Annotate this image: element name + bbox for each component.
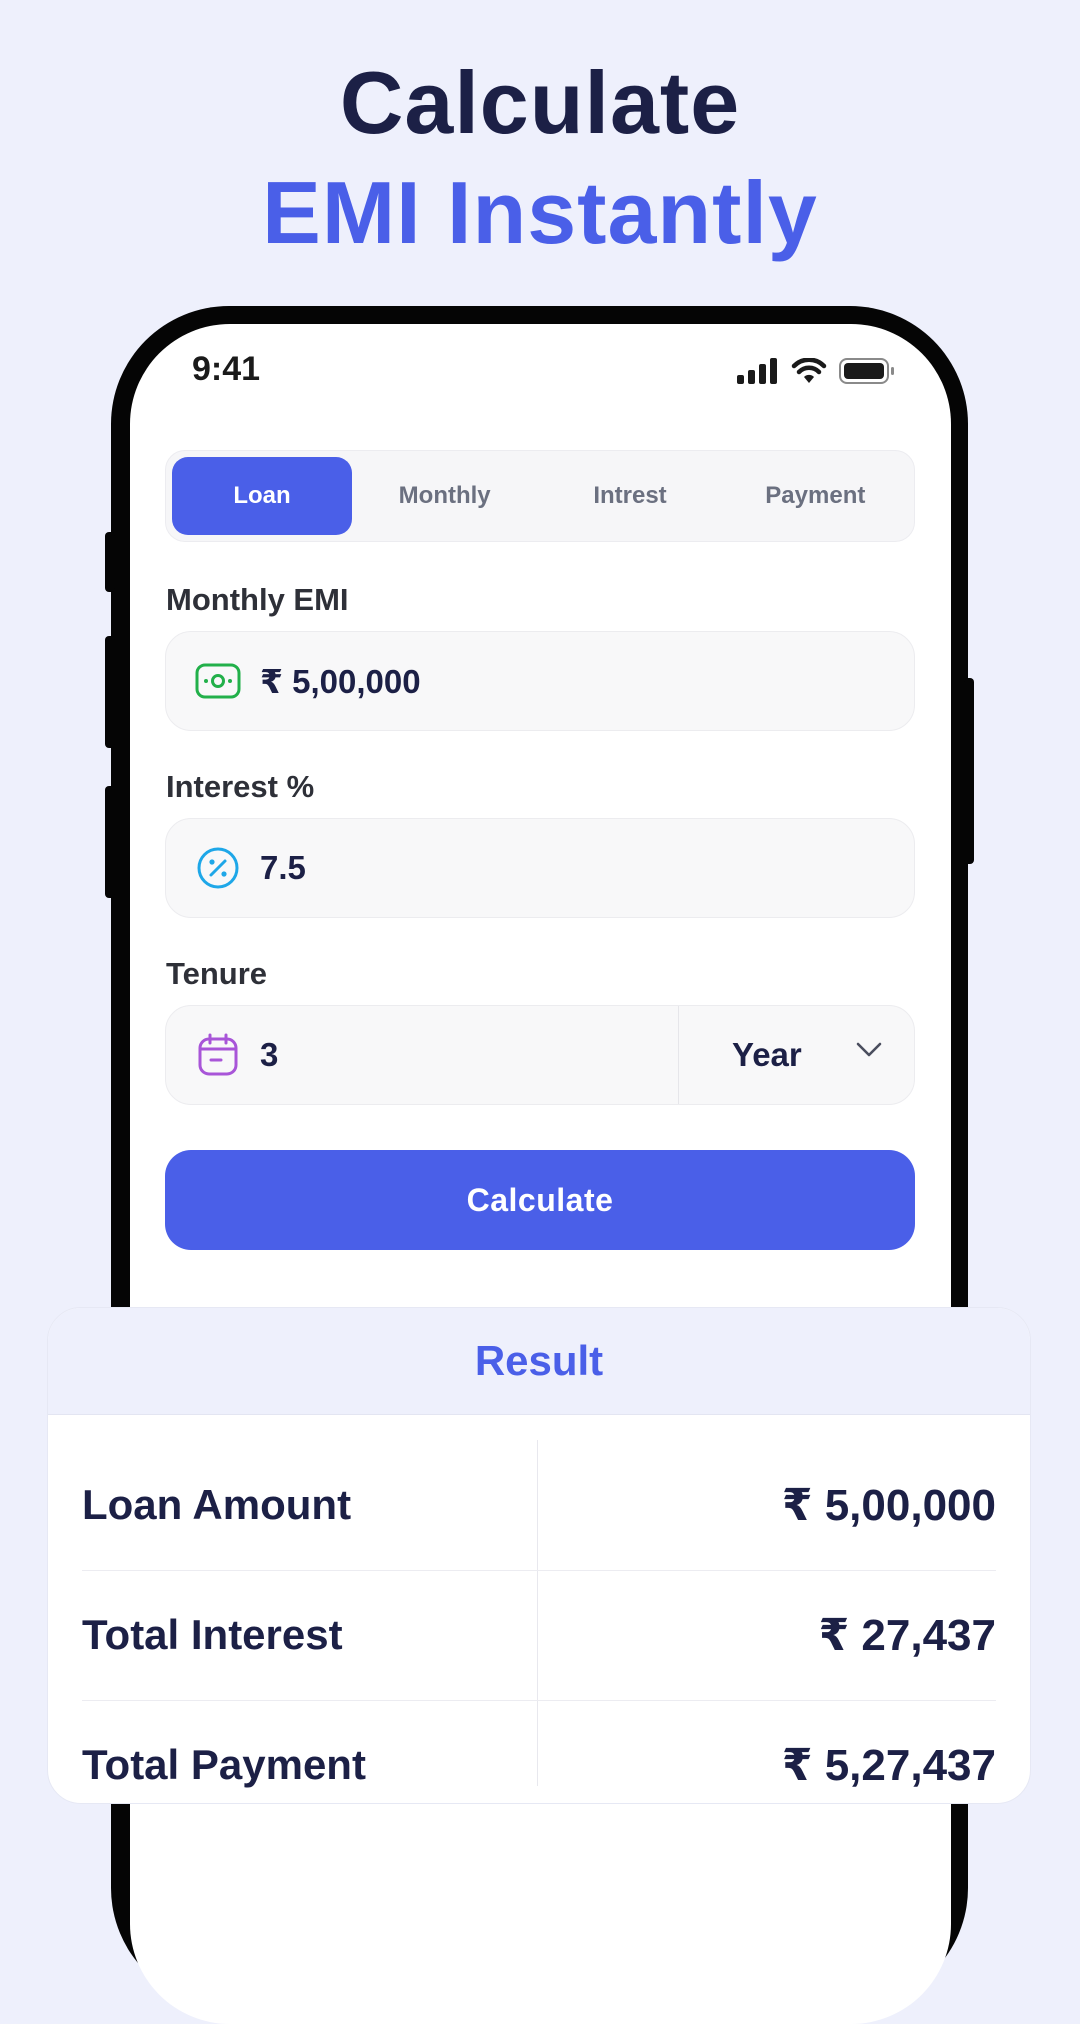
tenure-value: 3	[260, 1036, 279, 1073]
tab-monthly[interactable]: Monthly	[352, 457, 537, 535]
phone-volume-down	[105, 786, 115, 898]
tenure-field-group: 3 Year	[165, 1005, 915, 1105]
result-label: Loan Amount	[82, 1481, 352, 1528]
calculate-button[interactable]: Calculate	[165, 1150, 915, 1250]
headline-line-2: EMI Instantly	[262, 163, 818, 262]
phone-power-button	[964, 678, 974, 864]
battery-icon	[839, 358, 894, 384]
phone-volume-up	[105, 636, 115, 748]
chevron-down-icon	[856, 1042, 882, 1057]
status-icons	[737, 358, 895, 384]
result-row-loan-amount: Loan Amount ₹ 5,00,000	[82, 1440, 996, 1571]
interest-label: Interest %	[166, 769, 315, 804]
result-row-total-interest: Total Interest ₹ 27,437	[82, 1570, 996, 1701]
interest-field[interactable]: 7.5	[165, 818, 915, 918]
tenure-input[interactable]: 3	[166, 1006, 679, 1104]
result-row-total-payment: Total Payment ₹ 5,27,437	[82, 1700, 996, 1803]
result-label: Total Interest	[82, 1611, 343, 1658]
tab-loan[interactable]: Loan	[172, 457, 352, 535]
interest-value: 7.5	[260, 849, 306, 886]
monthly-emi-field[interactable]: ₹ 5,00,000	[165, 631, 915, 731]
calculator-type-tabs: Loan Monthly Intrest Payment	[165, 450, 915, 542]
tenure-label: Tenure	[166, 956, 268, 991]
result-value: ₹ 27,437	[818, 1610, 996, 1660]
wifi-icon	[791, 358, 827, 383]
tenure-unit-dropdown[interactable]: Year	[678, 1006, 914, 1104]
calendar-icon	[194, 1031, 242, 1079]
tab-intrest[interactable]: Intrest	[537, 457, 722, 535]
monthly-emi-label: Monthly EMI	[166, 582, 349, 617]
money-icon	[194, 657, 242, 705]
result-label: Total Payment	[82, 1741, 366, 1788]
tenure-unit-value: Year	[732, 1036, 802, 1073]
percent-icon	[194, 844, 242, 892]
status-time: 9:41	[192, 350, 261, 388]
result-value: ₹ 5,00,000	[781, 1480, 996, 1530]
result-title: Result	[48, 1308, 1030, 1415]
cellular-signal-icon	[737, 358, 777, 384]
headline-line-1: Calculate	[339, 53, 741, 152]
tab-payment[interactable]: Payment	[723, 457, 908, 535]
result-value: ₹ 5,27,437	[781, 1740, 996, 1790]
monthly-emi-value: ₹ 5,00,000	[260, 662, 421, 700]
result-card: Result Loan Amount ₹ 5,00,000 Total Inte…	[47, 1307, 1031, 1804]
headline: Calculate EMI Instantly	[0, 48, 1080, 268]
phone-silent-switch	[105, 532, 115, 592]
